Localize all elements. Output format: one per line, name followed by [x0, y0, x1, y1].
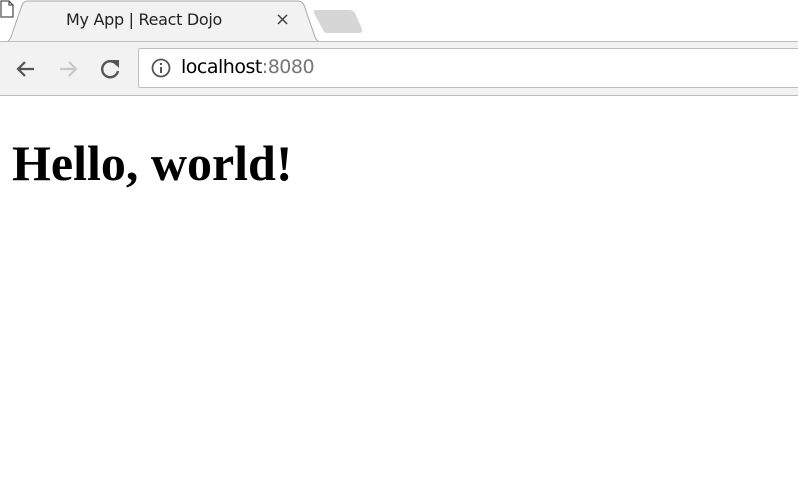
- page-icon: [0, 0, 14, 18]
- address-bar[interactable]: localhost:8080: [138, 48, 798, 88]
- info-icon[interactable]: [151, 58, 171, 78]
- tab-strip: My App | React Dojo ×: [0, 0, 798, 43]
- url-port: :8080: [261, 56, 315, 78]
- tab-close-button[interactable]: ×: [275, 9, 290, 30]
- reload-icon[interactable]: [97, 56, 123, 82]
- arrow-right-icon[interactable]: [55, 56, 81, 82]
- arrow-left-icon[interactable]: [13, 56, 39, 82]
- url-text[interactable]: localhost:8080: [181, 56, 315, 78]
- tab-title: My App | React Dojo: [66, 10, 223, 29]
- tab-active[interactable]: My App | React Dojo ×: [0, 0, 320, 43]
- url-host: localhost: [181, 56, 262, 78]
- new-tab-button[interactable]: [312, 9, 366, 35]
- browser-toolbar: localhost:8080: [0, 41, 798, 96]
- page-heading: Hello, world!: [12, 135, 293, 191]
